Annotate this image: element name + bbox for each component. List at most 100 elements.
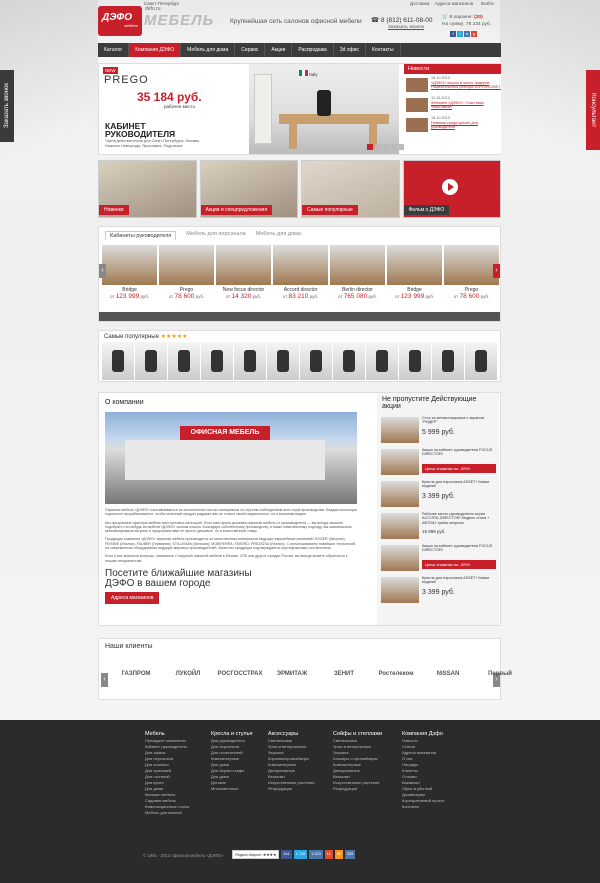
news-item[interactable]: 15.10.2013 Новинки среди кресел для руков… — [406, 116, 501, 134]
carousel-next-icon[interactable]: › — [493, 264, 500, 278]
client-logo[interactable]: NISSAN — [425, 659, 471, 689]
action-title[interactable]: Рабочее место руководителя серии ACCORD-… — [422, 512, 494, 525]
nav-item-5[interactable]: Распродажа — [292, 43, 334, 57]
promo-film[interactable]: Фильм о ДЭФО — [402, 160, 501, 218]
popular-item[interactable] — [399, 342, 431, 380]
nav-item-3[interactable]: Сервис — [235, 43, 266, 57]
news-title[interactable]: Новости — [404, 64, 501, 74]
client-logo[interactable]: РОСГОССТРАХ — [217, 659, 263, 689]
hero-banner[interactable]: NEW PREGO 35 184 руб. рабочее место КАБИ… — [98, 63, 501, 155]
promo-popular[interactable]: Самые популярные — [301, 160, 400, 218]
popular-item[interactable] — [432, 342, 464, 380]
popular-item[interactable] — [135, 342, 167, 380]
callback-link[interactable]: Заказать звонок — [388, 25, 424, 30]
popular-item[interactable] — [168, 342, 200, 380]
popular-item[interactable] — [300, 342, 332, 380]
nav-item-7[interactable]: Контакты — [366, 43, 401, 57]
nav-item-0[interactable]: Каталог — [98, 43, 130, 57]
popular-item[interactable] — [333, 342, 365, 380]
tab-director[interactable]: Кабинеты руководителя — [105, 231, 177, 240]
action-item[interactable]: Акция на кабинет руководителя FOCUS DIRE… — [377, 447, 499, 477]
nav-item-4[interactable]: Акции — [265, 43, 293, 57]
share-counter[interactable]: 341 — [281, 850, 292, 859]
clients-prev-icon[interactable]: ‹ — [101, 673, 108, 687]
share-counter[interactable]: 1 728 — [293, 850, 308, 859]
tab-home[interactable]: Мебель для дома — [256, 231, 301, 240]
news-link[interactable]: Новинки среди кресел для руководителя — [431, 121, 501, 129]
action-title[interactable]: Акция на кабинет руководителя FOCUS DIRE… — [422, 544, 494, 553]
news-item[interactable]: 11.10.2013 Феномен «ДЭФО». Участники «Выс… — [406, 96, 501, 114]
client-logo[interactable]: ЛУКОЙЛ — [165, 659, 211, 689]
product-image — [387, 245, 442, 285]
news-link[interactable]: «ДЭФО» вошло в число лидеров Национально… — [431, 81, 501, 89]
action-title[interactable]: Кресла для персонала ASSET! Новые модели… — [422, 576, 494, 585]
footer-link[interactable]: Репродукции — [268, 786, 314, 792]
nav-item-6[interactable]: 3d офис — [334, 43, 366, 57]
action-title[interactable]: Кресла для персонала ASSET! Новые модели… — [422, 480, 494, 489]
stores-link[interactable]: Адреса магазинов — [435, 1, 473, 6]
product-card[interactable]: Accord director от 83 210 руб. — [273, 245, 328, 307]
share-counter[interactable]: 535 — [344, 850, 356, 859]
delivery-link[interactable]: Доставка — [410, 1, 429, 6]
play-icon[interactable] — [441, 179, 458, 195]
carousel-prev-icon[interactable]: ‹ — [99, 264, 106, 278]
news-item[interactable]: 15.10.2013 «ДЭФО» вошло в число лидеров Н… — [406, 76, 501, 94]
footer-column-title[interactable]: Сейфы и стеллажи — [333, 730, 382, 738]
nav-item-1[interactable]: Компания ДЭФО — [129, 43, 182, 57]
client-logo[interactable]: ЭРМИТАЖ — [269, 659, 315, 689]
client-logo[interactable]: ЗЕНИТ — [321, 659, 367, 689]
yandex-market-badge[interactable]: Яндекс.Маркет ★★★★ — [232, 850, 280, 859]
footer-link[interactable]: Многоместные — [211, 786, 252, 792]
client-logo[interactable]: ГАЗПРОМ — [113, 659, 159, 689]
promo-new[interactable]: Новинки — [98, 160, 197, 218]
action-item[interactable]: Кресла для персонала ASSET! Новые модели… — [377, 479, 499, 509]
vk-icon[interactable]: в — [464, 31, 470, 37]
hero-pager[interactable] — [367, 144, 405, 150]
popular-item[interactable] — [234, 342, 266, 380]
footer-column-title[interactable]: Компания Дэфо — [402, 730, 445, 738]
consultant-side-tab[interactable]: Консультант — [586, 70, 600, 150]
action-item[interactable]: Акция на кабинет руководителя FOCUS DIRE… — [377, 543, 499, 573]
promo-actions[interactable]: Акции и спецпредложения — [199, 160, 298, 218]
action-item[interactable]: Рабочее место руководителя серии ACCORD-… — [377, 511, 499, 541]
footer-link[interactable]: Мебель для ванной — [145, 810, 189, 816]
popular-item[interactable] — [201, 342, 233, 380]
about-block: О компании ОФИСНАЯ МЕБЕЛЬ Офисная мебель… — [98, 392, 501, 626]
popular-item[interactable] — [366, 342, 398, 380]
logo[interactable]: ДЭФО мебель — [98, 6, 142, 36]
login-link[interactable]: Войти — [481, 1, 494, 6]
callback-side-tab[interactable]: Заказать звонок — [0, 70, 14, 142]
share-counter[interactable]: 1 523 — [309, 850, 323, 859]
product-card[interactable]: Prego от 78 600 руб. — [444, 245, 499, 307]
footer-column-title[interactable]: Мебель — [145, 730, 189, 738]
product-card[interactable]: New focus director от 14 320 руб. — [216, 245, 271, 307]
news-link[interactable]: Феномен «ДЭФО». Участники «Выставки» — [431, 101, 501, 109]
share-counter[interactable]: 56 — [334, 850, 343, 859]
client-logo[interactable]: Первый — [477, 659, 523, 689]
product-card[interactable]: Prego от 78 600 руб. — [159, 245, 214, 307]
popular-item[interactable] — [465, 342, 497, 380]
popular-item[interactable] — [102, 342, 134, 380]
product-card[interactable]: Berlin director от 765 080 руб. — [330, 245, 385, 307]
cart-summary[interactable]: 🛒 В корзине: (20) На сумму: 78 234 руб. — [442, 14, 491, 28]
footer-column-title[interactable]: Аксессуары — [268, 730, 314, 738]
footer-link[interactable]: Репродукции — [333, 786, 382, 792]
facebook-icon[interactable]: f — [450, 31, 456, 37]
nav-item-2[interactable]: Мебель для дома — [181, 43, 236, 57]
footer-link[interactable]: Контакты — [402, 804, 445, 810]
client-logo[interactable]: Ростелеком — [373, 659, 419, 689]
share-counter[interactable]: 11 — [324, 850, 333, 859]
action-title[interactable]: Стол из металлокаркаса с экраном "РИДЕР" — [422, 416, 494, 425]
action-item[interactable]: Кресла для персонала ASSET! Новые модели… — [377, 575, 499, 605]
twitter-icon[interactable]: t — [457, 31, 463, 37]
action-item[interactable]: Стол из металлокаркаса с экраном "РИДЕР"… — [377, 415, 499, 445]
popular-item[interactable] — [267, 342, 299, 380]
action-title[interactable]: Акция на кабинет руководителя FOCUS DIRE… — [422, 448, 494, 457]
tab-personnel[interactable]: Мебель для персонала — [186, 231, 245, 240]
product-card[interactable]: Bridge от 123 999 руб. — [102, 245, 157, 307]
main-nav: Каталог Компания ДЭФО Мебель для дома Серви… — [98, 43, 501, 57]
product-card[interactable]: Bridge от 123 999 руб. — [387, 245, 442, 307]
gplus-icon[interactable]: g — [471, 31, 477, 37]
footer-column-title[interactable]: Кресла и стулья — [211, 730, 252, 738]
store-addresses-button[interactable]: Адреса магазинов — [105, 591, 160, 604]
